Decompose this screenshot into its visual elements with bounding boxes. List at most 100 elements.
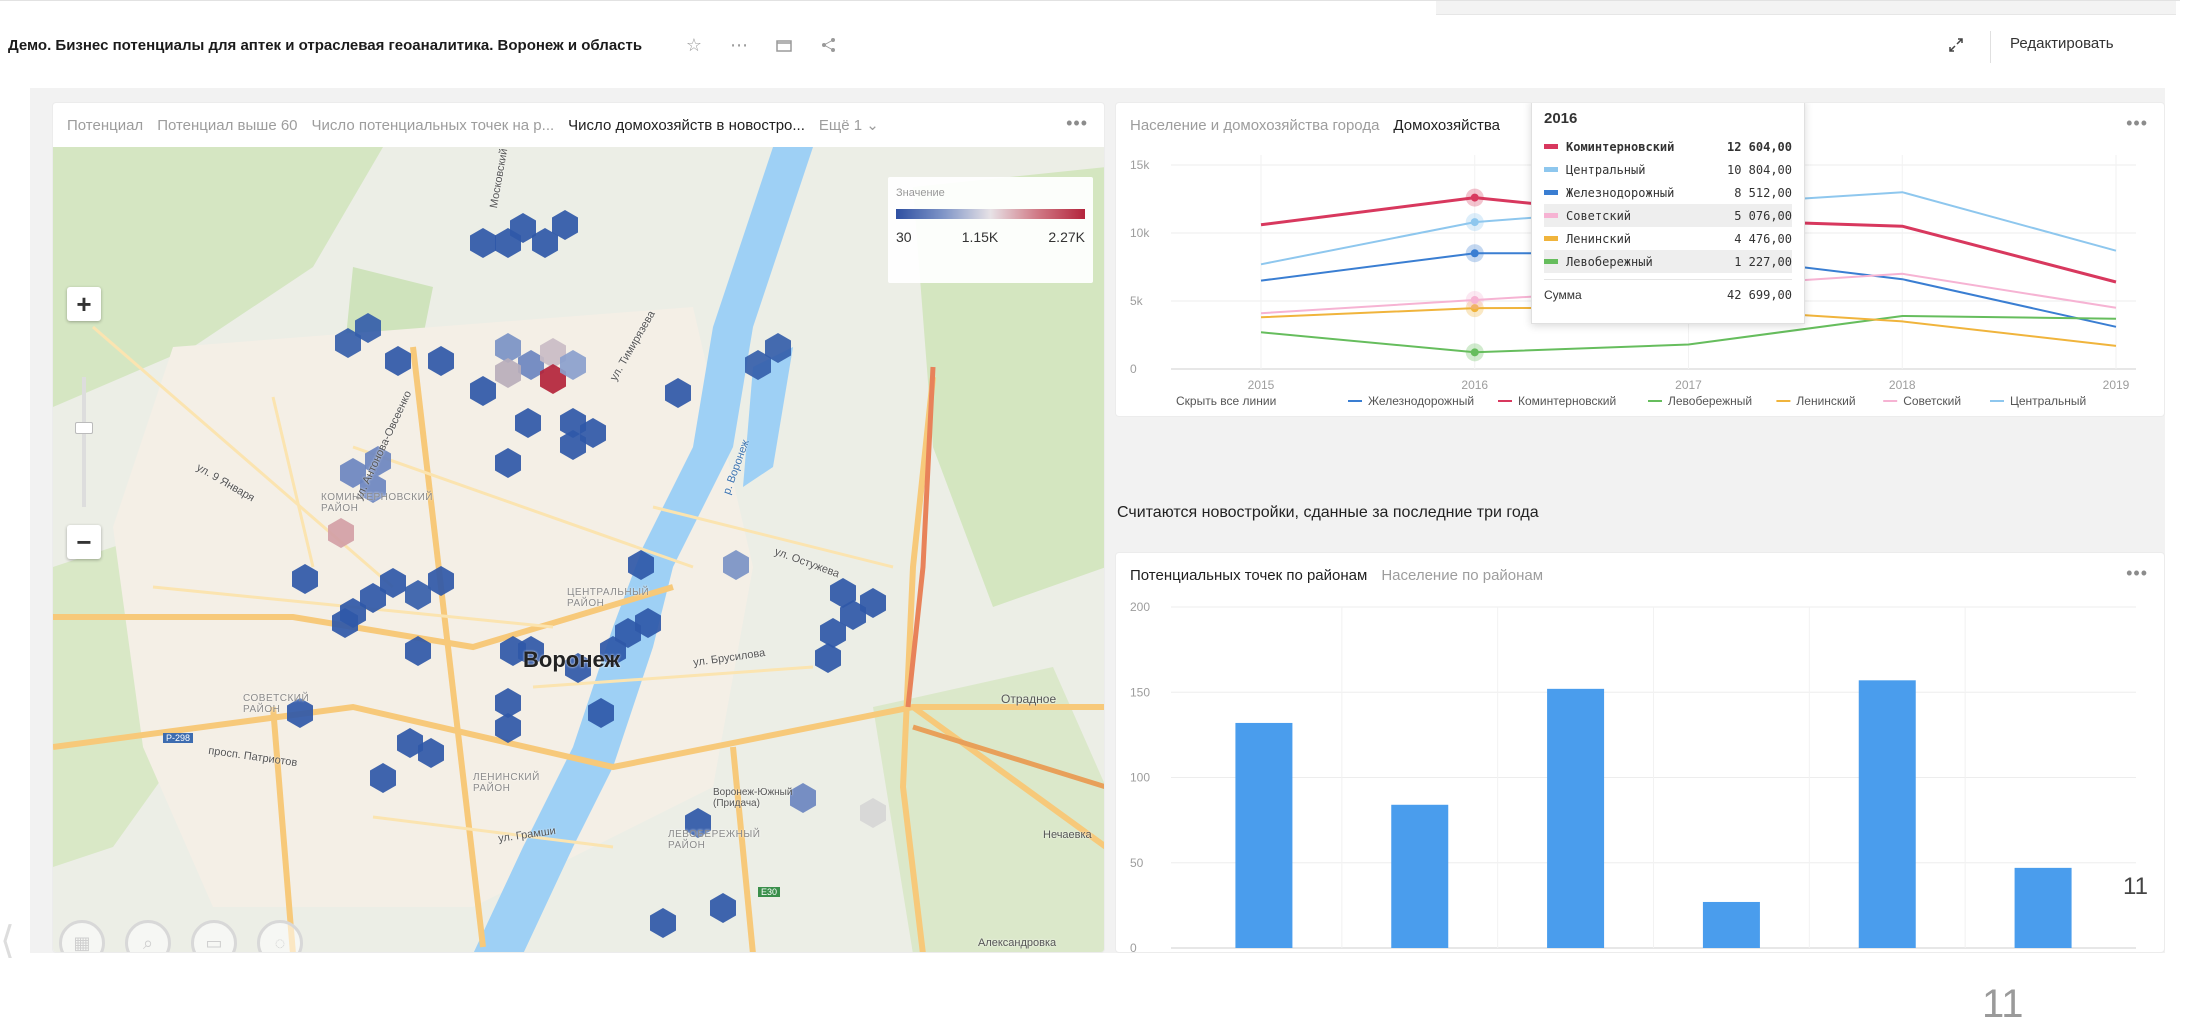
line-chart-widget: Население и домохозяйства города Домохоз…: [1115, 102, 2165, 417]
data-point[interactable]: [1470, 295, 1479, 304]
page-number: 11: [1982, 982, 2024, 1026]
map-canvas[interactable]: Воронеж Отрадное Нечаевка Александровка …: [53, 147, 1104, 952]
legend-gradient: [896, 209, 1085, 219]
hexbin-cell[interactable]: [628, 550, 654, 580]
hexbin-cell[interactable]: [515, 408, 541, 438]
legend-item[interactable]: Советский: [1903, 394, 1961, 408]
hexbin-cell[interactable]: [470, 376, 496, 406]
hexbin-cell[interactable]: [495, 713, 521, 743]
district-label: ЛЕНИНСКИЙ РАЙОН: [473, 772, 540, 794]
tooltip-swatch: [1544, 167, 1558, 172]
star-icon[interactable]: ☆: [680, 31, 708, 59]
tab-potential[interactable]: Потенциал: [67, 117, 143, 134]
tooltip-row-value: 12 604,00: [1726, 139, 1792, 154]
hexbin-cell[interactable]: [428, 346, 454, 376]
tooltip-sum-row: Сумма 42 699,00: [1544, 279, 1792, 302]
edit-button[interactable]: Редактировать: [2010, 35, 2114, 52]
hexbin-cell[interactable]: [428, 566, 454, 596]
legend-item[interactable]: Железнодорожный: [1368, 394, 1474, 408]
route-badge: Р-298: [163, 733, 194, 743]
more-icon[interactable]: ⋯: [725, 31, 753, 59]
bar-chart[interactable]: 0 50 100 150 200: [1116, 553, 2165, 953]
y-tick-label: 0: [1130, 941, 1137, 953]
tab-potential-above-60[interactable]: Потенциал выше 60: [157, 117, 297, 134]
tooltip-swatch: [1544, 144, 1558, 149]
x-tick-label: 2019: [2103, 378, 2130, 392]
hexbin-cell[interactable]: [495, 448, 521, 478]
bar[interactable]: [1235, 722, 1293, 948]
city-label: Воронеж: [523, 647, 621, 672]
chevron-down-icon: ⌄: [866, 117, 879, 134]
hexbin-cell[interactable]: [292, 564, 318, 594]
hexbin-cell[interactable]: [405, 580, 431, 610]
tooltip-row-name: Коминтерновский: [1566, 139, 1675, 154]
hexbin-cell[interactable]: [385, 346, 411, 376]
tooltip-row-value: 4 476,00: [1734, 231, 1792, 246]
zoom-in-button[interactable]: +: [67, 287, 101, 321]
hexbin-cell[interactable]: [370, 763, 396, 793]
tooltip-swatch: [1544, 236, 1558, 241]
hexbin-cell[interactable]: [588, 698, 614, 728]
tab-points-count[interactable]: Число потенциальных точек на р...: [312, 117, 555, 134]
map-legend: Значение 30 1.15K 2.27K: [888, 177, 1093, 283]
y-tick-label: 150: [1130, 685, 1150, 699]
share-icon[interactable]: [815, 31, 843, 59]
hexbin-cell[interactable]: [328, 518, 354, 548]
legend-item[interactable]: Левобережный: [1668, 394, 1752, 408]
bar[interactable]: [1858, 680, 1916, 948]
hexbin-cell[interactable]: [665, 378, 691, 408]
legend-min: 30: [896, 229, 912, 245]
zoom-slider-thumb[interactable]: [75, 422, 93, 434]
tooltip-row: Коминтерновский 12 604,00: [1544, 135, 1792, 158]
tab-households-new[interactable]: Число домохозяйств в новостро...: [568, 117, 805, 134]
zoom-slider[interactable]: [82, 377, 86, 507]
tooltip-row: Центральный 10 804,00: [1544, 158, 1792, 181]
widget-menu-icon[interactable]: •••: [1066, 113, 1088, 134]
hexbin-cell[interactable]: [815, 643, 841, 673]
bar[interactable]: [2014, 867, 2072, 948]
hexbin-cell[interactable]: [860, 798, 886, 828]
tooltip-sum-value: 42 699,00: [1726, 288, 1792, 302]
legend-item[interactable]: Центральный: [2010, 394, 2086, 408]
zoom-out-button[interactable]: −: [67, 525, 101, 559]
fullscreen-icon[interactable]: [1942, 31, 1970, 59]
y-tick-label: 10k: [1130, 226, 1150, 240]
map-tabs: Потенциал Потенциал выше 60 Число потенц…: [53, 103, 1104, 147]
x-tick-label: 2015: [1248, 378, 1275, 392]
bar[interactable]: [1547, 688, 1605, 948]
x-tick-label: 2016: [1461, 378, 1488, 392]
legend-item[interactable]: Коминтерновский: [1518, 394, 1616, 408]
district-label: ЦЕНТРАЛЬНЫЙ РАЙОН: [567, 587, 650, 609]
y-tick-label: 50: [1130, 856, 1144, 870]
legend-hide-all[interactable]: Скрыть все линии: [1176, 394, 1276, 408]
legend-max: 2.27K: [1048, 229, 1085, 245]
hexbin-cell[interactable]: [710, 893, 736, 923]
side-page-number: 11: [2123, 873, 2148, 900]
bar[interactable]: [1702, 901, 1760, 948]
tabs-more-button[interactable]: Ещё 1 ⌄: [819, 116, 879, 134]
top-strip: [1436, 1, 2176, 15]
dashboard-workspace: Потенциал Потенциал выше 60 Число потенц…: [30, 88, 2165, 953]
hexbin-cell[interactable]: [470, 228, 496, 258]
prev-slide-icon[interactable]: ⟨: [0, 918, 15, 963]
data-point[interactable]: [1470, 193, 1479, 202]
bar[interactable]: [1391, 804, 1449, 948]
legend-item[interactable]: Ленинский: [1796, 394, 1855, 408]
tooltip-row-value: 10 804,00: [1726, 162, 1792, 177]
tooltip-swatch: [1544, 190, 1558, 195]
folder-icon[interactable]: [770, 31, 798, 59]
tooltip-row-name: Центральный: [1566, 162, 1646, 177]
tooltip-row: Железнодорожный 8 512,00: [1544, 181, 1792, 204]
hexbin-cell[interactable]: [723, 550, 749, 580]
tooltip-row: Советский 5 076,00: [1544, 204, 1792, 227]
data-point[interactable]: [1470, 249, 1479, 258]
tooltip-row-name: Ленинский: [1566, 231, 1632, 246]
data-point[interactable]: [1470, 218, 1479, 227]
hexbin-cell[interactable]: [405, 636, 431, 666]
more-label: Ещё 1: [818, 117, 863, 134]
chart-note: Считаются новостройки, сданные за послед…: [1117, 504, 1539, 522]
hexbin-cell[interactable]: [650, 908, 676, 938]
place-label: Александровка: [978, 937, 1057, 949]
data-point[interactable]: [1470, 348, 1479, 357]
hexbin-cell[interactable]: [495, 358, 521, 388]
